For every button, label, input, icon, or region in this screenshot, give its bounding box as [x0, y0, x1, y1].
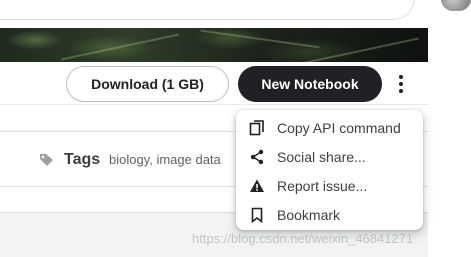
more-dot-icon: [399, 82, 403, 86]
tag-icon: [40, 154, 53, 166]
menu-item-copy-api-command[interactable]: Copy API command: [236, 113, 423, 142]
menu-item-social-share[interactable]: Social share...: [236, 142, 423, 171]
more-options-button[interactable]: [388, 70, 414, 98]
menu-item-label: Social share...: [277, 148, 366, 165]
menu-item-bookmark[interactable]: Bookmark: [236, 200, 423, 229]
more-dot-icon: [399, 89, 403, 93]
warning-icon: [249, 178, 265, 194]
menu-item-label: Report issue...: [277, 177, 368, 194]
copy-icon: [249, 120, 265, 136]
menu-item-label: Copy API command: [277, 119, 401, 136]
tags-values[interactable]: biology, image data: [109, 152, 221, 167]
tags-label: Tags: [64, 151, 101, 168]
bookmark-icon: [249, 207, 265, 223]
toolbar-divider: [0, 104, 428, 105]
watermark-text: https://blog.csdn.net/weixin_46841271: [192, 231, 414, 246]
new-notebook-button[interactable]: New Notebook: [238, 66, 382, 102]
search-box[interactable]: [0, 0, 415, 20]
download-button[interactable]: Download (1 GB): [66, 66, 229, 102]
dataset-banner-image: [0, 28, 428, 62]
more-dot-icon: [399, 75, 403, 79]
menu-item-report-issue[interactable]: Report issue...: [236, 171, 423, 200]
options-menu: Copy API command Social share... Report …: [236, 110, 423, 230]
share-icon: [249, 149, 265, 165]
menu-item-label: Bookmark: [277, 206, 341, 223]
page-gutter: [428, 0, 471, 257]
